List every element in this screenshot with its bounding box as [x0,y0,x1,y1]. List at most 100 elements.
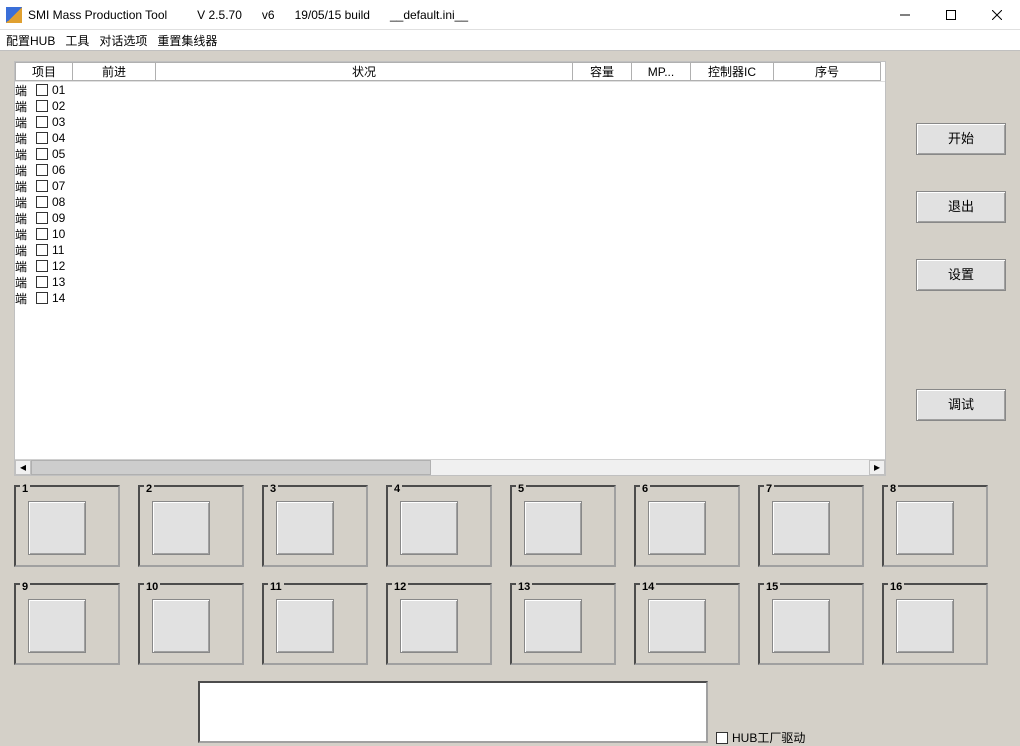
port-prefix: 端 [15,226,37,243]
titlebar: SMI Mass Production Tool V 2.5.70 v6 19/… [0,0,1020,30]
table-row[interactable]: 端 08 [15,194,885,210]
col-serial[interactable]: 序号 [773,62,881,81]
port-button-11[interactable] [276,599,334,653]
row-checkbox[interactable] [36,260,48,272]
port-number: 13 [52,275,65,289]
port-button-4[interactable] [400,501,458,555]
port-box-label: 14 [640,581,656,593]
scroll-thumb[interactable] [31,460,431,475]
port-button-13[interactable] [524,599,582,653]
col-mp[interactable]: MP... [631,62,691,81]
port-number: 11 [52,243,64,257]
row-checkbox[interactable] [36,132,48,144]
table-row[interactable]: 端04 [15,130,885,146]
port-box-15: 15 [758,583,864,665]
grid-body: 端01端02端03端04端05端06端07端08端09端10端11端12端13端… [15,82,885,459]
port-prefix: 端 [15,290,37,307]
row-checkbox[interactable] [36,196,48,208]
port-box-11: 11 [262,583,368,665]
table-row[interactable]: 端06 [15,162,885,178]
row-checkbox[interactable] [36,228,48,240]
app-icon [6,7,22,23]
port-box-label: 2 [144,483,154,495]
port-box-13: 13 [510,583,616,665]
row-checkbox[interactable] [36,164,48,176]
menu-hub[interactable]: 配置HUB [6,32,55,49]
row-checkbox[interactable] [36,276,48,288]
row-checkbox[interactable] [36,244,48,256]
menu-tools[interactable]: 工具 [65,32,89,49]
menu-dialog[interactable]: 对话选项 [99,32,147,49]
hub-factory-driver-checkbox[interactable]: HUB工厂驱动 [716,729,805,746]
table-row[interactable]: 端05 [15,146,885,162]
settings-button[interactable]: 设置 [916,259,1006,291]
table-row[interactable]: 端13 [15,274,885,290]
row-checkbox[interactable] [36,180,48,192]
client-area: 项目 前进 状况 容量 MP... 控制器IC 序号 端01端02端03端04端… [0,50,1020,746]
port-prefix: 端 [15,114,37,131]
table-row[interactable]: 端02 [15,98,885,114]
port-button-6[interactable] [648,501,706,555]
port-box-label: 15 [764,581,780,593]
port-number: 12 [52,259,65,273]
table-row[interactable]: 端10 [15,226,885,242]
build-date: 19/05/15 build [295,8,370,22]
port-button-12[interactable] [400,599,458,653]
scroll-track[interactable] [431,460,869,475]
horizontal-scrollbar[interactable]: ◂ ▸ [15,459,885,475]
scroll-right-icon[interactable]: ▸ [869,460,885,475]
port-prefix: 端 [15,194,37,211]
table-row[interactable]: 端03 [15,114,885,130]
port-button-3[interactable] [276,501,334,555]
col-forward[interactable]: 前进 [72,62,156,81]
port-box-label: 3 [268,483,278,495]
checkbox-icon[interactable] [716,732,728,744]
table-row[interactable]: 端07 [15,178,885,194]
table-row[interactable]: 端12 [15,258,885,274]
close-button[interactable] [974,0,1020,30]
port-button-14[interactable] [648,599,706,653]
status-textarea[interactable] [198,681,708,743]
port-number: 08 [52,195,65,209]
col-capacity[interactable]: 容量 [572,62,632,81]
scroll-left-icon[interactable]: ◂ [15,460,31,475]
port-button-7[interactable] [772,501,830,555]
menubar: 配置HUB 工具 对话选项 重置集线器 [0,30,1020,50]
row-checkbox[interactable] [36,148,48,160]
table-row[interactable]: 端09 [15,210,885,226]
port-button-2[interactable] [152,501,210,555]
port-prefix: 端 [15,162,37,179]
port-button-5[interactable] [524,501,582,555]
ini-file: __default.ini__ [390,8,468,22]
port-button-8[interactable] [896,501,954,555]
table-row[interactable]: 端01 [15,82,885,98]
maximize-button[interactable] [928,0,974,30]
row-checkbox[interactable] [36,100,48,112]
minimize-button[interactable] [882,0,928,30]
row-checkbox[interactable] [36,84,48,96]
menu-resethub[interactable]: 重置集线器 [157,32,217,49]
col-controller[interactable]: 控制器IC [690,62,774,81]
port-box-label: 16 [888,581,904,593]
device-grid: 项目 前进 状况 容量 MP... 控制器IC 序号 端01端02端03端04端… [14,61,886,476]
port-button-10[interactable] [152,599,210,653]
start-button[interactable]: 开始 [916,123,1006,155]
table-row[interactable]: 端14 [15,290,885,306]
port-prefix: 端 [15,242,37,259]
row-checkbox[interactable] [36,212,48,224]
port-number: 04 [52,131,65,145]
col-status[interactable]: 状况 [155,62,573,81]
port-button-1[interactable] [28,501,86,555]
port-box-label: 9 [20,581,30,593]
col-project[interactable]: 项目 [15,62,73,81]
exit-button[interactable]: 退出 [916,191,1006,223]
debug-button[interactable]: 调试 [916,389,1006,421]
row-checkbox[interactable] [36,292,48,304]
port-button-15[interactable] [772,599,830,653]
row-checkbox[interactable] [36,116,48,128]
port-box-label: 11 [268,581,284,593]
port-button-16[interactable] [896,599,954,653]
port-box-10: 10 [138,583,244,665]
table-row[interactable]: 端 11 [15,242,885,258]
port-button-9[interactable] [28,599,86,653]
